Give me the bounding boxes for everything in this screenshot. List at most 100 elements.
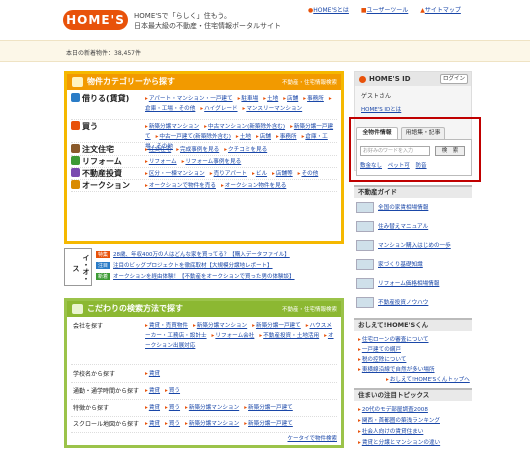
search-link[interactable]: 賃貸 [145,388,160,394]
guide-thumbnail [356,221,374,232]
hint-link[interactable]: 敷金なし [360,163,382,169]
search-row-links: 賃貸・売買物件新築分譲マンション新築分譲一戸建てハウスメーカー・工務店・設計士リ… [145,321,337,351]
topic-link[interactable]: 賃貸と分譲とマンションの違い [358,438,440,446]
what-is-id-link[interactable]: HOME'S IDとは [361,105,401,113]
search-link[interactable]: 新築分譲一戸建て [252,323,301,329]
category-link[interactable]: 土地 [263,96,278,102]
promo-badge: 注目 [96,262,111,269]
guide-item[interactable]: 全国の家賃相場情報 [354,200,472,215]
category-link[interactable]: ハイグレード [200,106,237,112]
search-row-links: 賃貸買う新築分譲マンション新築分譲一戸建て [145,419,337,429]
search-row-label: 特徴から探す [73,405,110,412]
topic-link[interactable]: 20代のモデ部屋調査2008 [358,405,428,413]
category-link[interactable]: 土地 [236,134,251,140]
tab-glossary[interactable]: 用語集・記事 [401,127,445,139]
category-link[interactable]: 中古一戸建て(新築除外含む) [156,134,231,140]
category-link[interactable]: アパート・マンション・一戸建て [145,96,233,102]
category-link[interactable]: クチコミを見る [224,147,267,153]
keyword-input[interactable]: お好みのワードを入力 [360,146,430,156]
category-links: 注文住宅完成事例を見るクチコミを見る [145,145,337,155]
topic-link[interactable]: 社会人向けの賃貸住まい [358,427,424,435]
keyword-search-pane: お好みのワードを入力 検 索 敷金なし ペット可 防音 [356,139,472,176]
house-icon [72,77,83,87]
category-link[interactable]: 新築分譲マンション [145,124,199,130]
category-label[interactable]: 不動産投資 [71,168,122,179]
oshiete-link[interactable]: 税の控除について [358,355,407,363]
category-icon [71,156,80,165]
category-link[interactable]: リフォーム [145,159,177,165]
category-link[interactable]: オークションで物件を売る [145,183,216,189]
search-link[interactable]: 新築分譲マンション [185,405,239,411]
category-link[interactable]: マンスリーマンション [243,106,302,112]
guide-item[interactable]: マンション購入はじめの一歩 [354,238,472,253]
search-link[interactable]: 新築分譲一戸建て [244,405,293,411]
guide-item[interactable]: 家づくり基礎知識 [354,257,472,272]
search-link[interactable]: 賃貸 [145,405,160,411]
category-links: オークションで物件を売るオークション物件を見る [145,181,337,191]
hint-link[interactable]: 防音 [416,163,427,169]
category-link[interactable]: リフォーム事例を見る [182,159,241,165]
category-link[interactable]: 注文住宅 [145,147,171,153]
search-link[interactable]: 買う [165,388,180,394]
category-label[interactable]: リフォーム [71,156,122,167]
about-link[interactable]: ●HOME'Sとは [308,7,354,14]
category-link[interactable]: 事務所 [276,134,297,140]
search-row: 特徴から探す 賃貸買う新築分譲マンション新築分譲一戸建て [71,403,337,417]
homes-logo[interactable]: HOME'S [63,10,128,30]
promo-link[interactable]: 新着 オークションを経由体験！【不動産をオークションで買った男の体験談】 [96,272,295,280]
mobile-search-link[interactable]: ケータイで物件検索 [287,434,337,442]
guide-item[interactable]: リフォーム価格相場情報 [354,276,472,291]
category-link[interactable]: 事務所 [303,96,324,102]
sitemap-link[interactable]: ▲サイトマップ [420,7,466,14]
tagline: HOME'Sで「らしく」住もう。 [134,12,231,20]
category-label[interactable]: オークション [71,180,130,191]
category-link[interactable]: 店舗等 [272,171,293,177]
oshiete-link[interactable]: おしえて!HOME'Sくんトップへ [386,375,470,383]
guide-item[interactable]: 住み替えマニュアル [354,219,472,234]
category-row: 注文住宅注文住宅完成事例を見るクチコミを見る [71,144,337,156]
search-link[interactable]: 買う [165,405,180,411]
category-link[interactable]: 売りアパート [210,171,247,177]
category-link[interactable]: 店舗 [256,134,271,140]
category-link[interactable]: 区分・一棟マンション [145,171,205,177]
keyword-search-button[interactable]: 検 索 [435,146,465,156]
promo-link[interactable]: 特集 28歳、年収400万の人はどんな家を買ってる？【購入データファイル】 [96,250,290,258]
guide-link-text: 家づくり基礎知識 [378,262,423,268]
category-row: オークション オークションで物件を売るオークション物件を見る [71,180,337,192]
login-button[interactable]: ログイン [440,74,468,84]
promo-image[interactable]: イ・オ・ス [64,248,92,286]
oshiete-link[interactable]: 住宅ローンの審査について [358,335,429,343]
topic-link[interactable]: 関西・首都圏の築浅ランキング [358,416,440,424]
search-link[interactable]: 賃貸 [145,371,160,377]
search-link[interactable]: 賃貸 [145,421,160,427]
search-link[interactable]: 新築分譲一戸建て [244,421,293,427]
category-link[interactable]: 店舗 [283,96,298,102]
category-link[interactable]: 完成事例を見る [176,147,219,153]
search-row-links: 賃貸買う [145,386,337,396]
category-box: 物件カテゴリーから探す 不動産・住宅情報検索 借りる(賃貸) アパート・マンション… [64,71,344,244]
category-link[interactable]: オークション物件を見る [221,183,287,189]
oshiete-link[interactable]: 東横線沿線で自然が多い場所 [358,365,435,373]
promo-link[interactable]: 注目 注目のビッグプロジェクトを徹底取材【大規模分譲地レポート】 [96,261,273,269]
category-label[interactable]: 注文住宅 [71,144,114,155]
category-link[interactable]: その他 [298,171,318,177]
category-label[interactable]: 借りる(賃貸) [71,93,129,104]
search-row: スクロール地図から探す賃貸買う新築分譲マンション新築分譲一戸建て [71,419,337,433]
search-link[interactable]: 買う [165,421,180,427]
search-link[interactable]: 賃貸・売買物件 [145,323,188,329]
user-tools-link[interactable]: ■ユーザーツール [361,7,413,14]
oshiete-link[interactable]: 一戸建ての網戸 [358,345,401,353]
search-link[interactable]: 新築分譲マンション [185,421,239,427]
guide-section-title: 不動産ガイド [354,185,472,198]
search-link[interactable]: 不動産投資・土地活用 [259,333,319,339]
search-link[interactable]: リフォーム会社 [212,333,254,339]
tab-all-properties[interactable]: 全物件情報 [356,127,398,139]
search-methods-subtitle: 不動産・住宅情報検索 [281,307,337,313]
search-link[interactable]: 新築分譲マンション [193,323,247,329]
guide-item[interactable]: 不動産投資ノウハウ [354,295,472,310]
category-link[interactable]: ビル [252,171,267,177]
category-label[interactable]: 買う [71,121,98,132]
category-link[interactable]: 駐車場 [238,96,258,102]
category-link[interactable]: 中古マンション(新築除外含む) [204,124,285,130]
hint-link[interactable]: ペット可 [388,163,410,169]
